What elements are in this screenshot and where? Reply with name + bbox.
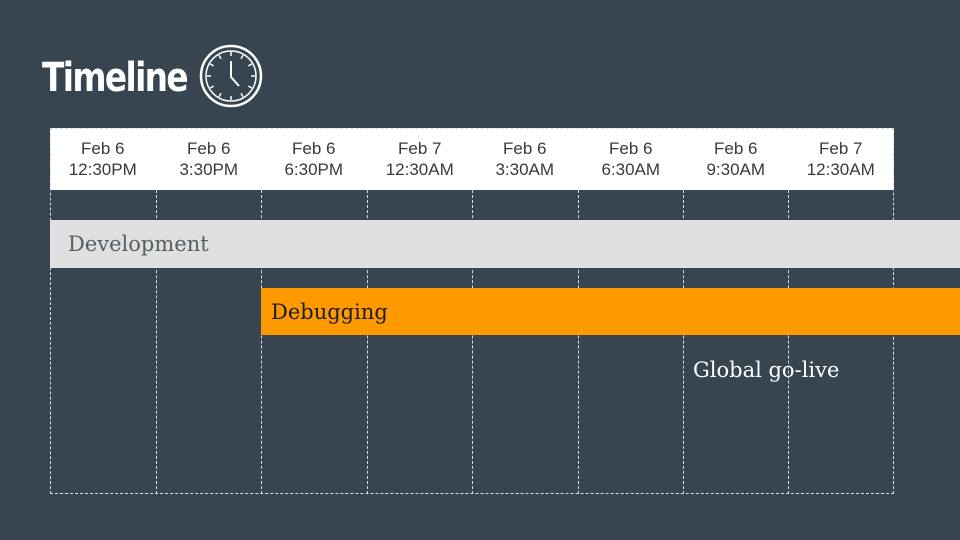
column-date: Feb 7: [819, 139, 863, 158]
column-date: Feb 7: [398, 139, 442, 158]
column-header: Feb 6 12:30PM: [50, 128, 156, 190]
column-date: Feb 6: [187, 139, 231, 158]
column-date: Feb 6: [714, 139, 758, 158]
column-time: 3:30PM: [179, 160, 239, 179]
column-header: Feb 6 6:30AM: [578, 128, 684, 190]
page-title: Timeline: [42, 55, 189, 101]
task-bar-development[interactable]: Development: [50, 220, 960, 268]
column-header: Feb 6 9:30AM: [683, 128, 789, 190]
column-date: Feb 6: [81, 139, 125, 158]
task-bar-debugging[interactable]: Debugging: [261, 288, 960, 335]
column-header: Feb 6 6:30PM: [261, 128, 367, 190]
column-date: Feb 6: [503, 139, 547, 158]
column-header: Feb 7 12:30AM: [788, 128, 894, 190]
milestone-label: Global go-live: [693, 358, 840, 382]
column-header: Feb 7 12:30AM: [367, 128, 473, 190]
column-time: 9:30AM: [706, 160, 766, 179]
column-time: 3:30AM: [495, 160, 555, 179]
column-date: Feb 6: [292, 139, 336, 158]
column-date: Feb 6: [609, 139, 653, 158]
task-label: Debugging: [271, 299, 388, 324]
column-time: 12:30AM: [385, 160, 454, 179]
column-time: 6:30PM: [284, 160, 344, 179]
column-time: 12:30AM: [806, 160, 875, 179]
clock-icon: [199, 44, 263, 108]
column-header: Feb 6 3:30PM: [156, 128, 262, 190]
column-time: 6:30AM: [601, 160, 661, 179]
task-label: Development: [68, 232, 209, 256]
column-header: Feb 6 3:30AM: [472, 128, 578, 190]
column-time: 12:30PM: [68, 160, 137, 179]
